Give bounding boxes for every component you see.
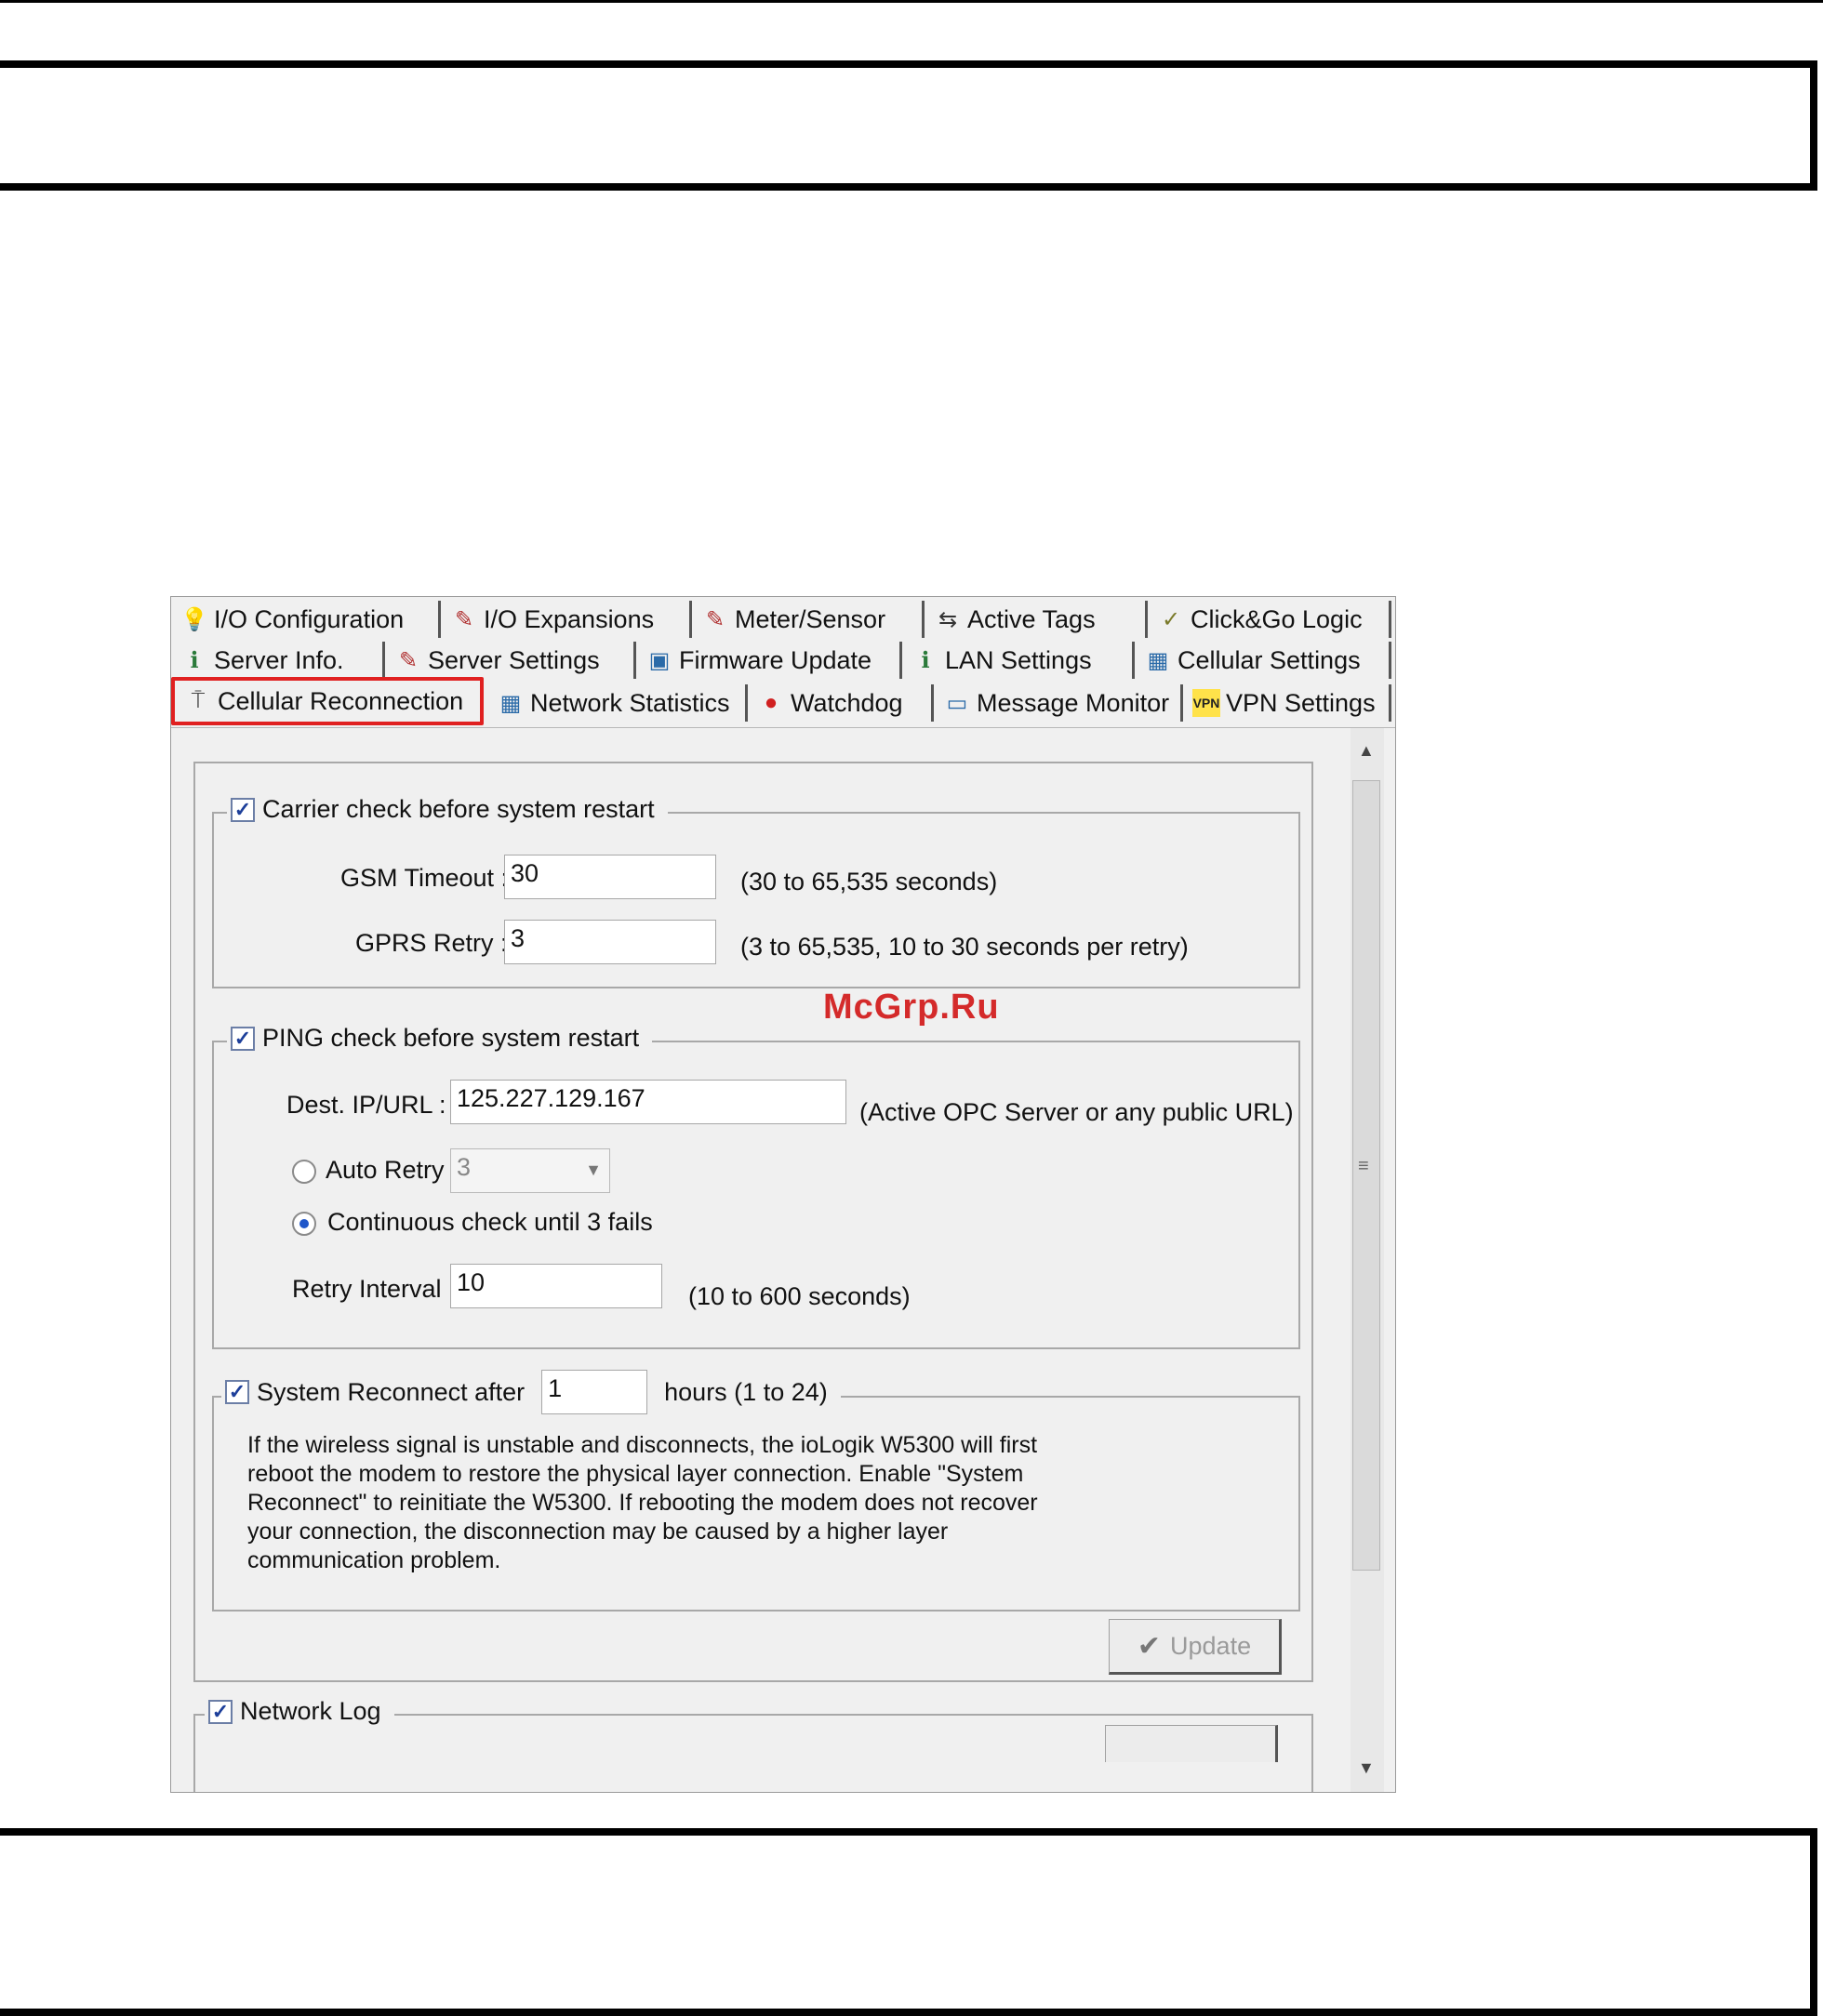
wrench-icon: ✎ — [454, 606, 474, 632]
network-log-button[interactable] — [1105, 1725, 1278, 1762]
lightbulb-icon: 💡 — [180, 606, 208, 632]
update-button[interactable]: ✔ Update — [1109, 1619, 1282, 1675]
network-icon: ▦ — [1147, 647, 1169, 673]
arrows-icon: ⇆ — [938, 606, 958, 632]
carrier-check-checkbox[interactable]: ✓ — [231, 797, 255, 822]
header-box — [0, 60, 1817, 191]
retry-interval-field[interactable]: 10 — [450, 1264, 662, 1308]
scroll-up-icon[interactable]: ▲ — [1358, 741, 1375, 761]
tab-vpn-settings[interactable]: VPN VPN Settings — [1183, 684, 1391, 722]
tab-lan-settings[interactable]: ℹ LAN Settings — [902, 642, 1135, 679]
gprs-retry-hint: (3 to 65,535, 10 to 30 seconds per retry… — [740, 933, 1189, 961]
gsm-timeout-hint: (30 to 65,535 seconds) — [740, 868, 998, 895]
tab-network-statistics[interactable]: ▦ Network Statistics — [487, 684, 748, 722]
wrench-icon: ✎ — [705, 606, 725, 632]
ping-check-legend: ✓ PING check before system restart — [227, 1024, 653, 1053]
auto-retry-radio[interactable] — [292, 1160, 316, 1184]
reconnect-hours-hint: hours (1 to 24) — [664, 1377, 828, 1406]
monitor-icon: ▭ — [946, 690, 968, 716]
antenna-icon: ⍑ — [191, 688, 206, 713]
continuous-check-label: Continuous check until 3 fails — [327, 1208, 653, 1236]
retry-interval-label: Retry Interval : — [292, 1275, 456, 1303]
system-reconnect-checkbox[interactable]: ✓ — [225, 1380, 249, 1404]
reconnect-description: If the wireless signal is unstable and d… — [247, 1432, 1038, 1573]
gsm-timeout-label: GSM Timeout : — [340, 864, 509, 892]
tab-active-tags[interactable]: ⇆ Active Tags — [925, 601, 1148, 638]
tab-firmware-update[interactable]: ▣ Firmware Update — [636, 642, 902, 679]
alarm-icon: ● — [764, 690, 778, 715]
tab-server-settings[interactable]: ✎ Server Settings — [385, 642, 636, 679]
tab-io-expansions[interactable]: ✎ I/O Expansions — [441, 601, 692, 638]
dest-ip-label: Dest. IP/URL : — [286, 1091, 446, 1119]
watermark-text: McGrp.Ru — [823, 988, 1000, 1027]
tab-cellular-reconnection[interactable]: ⍑ Cellular Reconnection — [171, 677, 484, 725]
vertical-scrollbar[interactable]: ▲ ≡ ▼ — [1351, 728, 1384, 1792]
computer-icon: ▣ — [648, 647, 671, 673]
gprs-retry-field[interactable]: 3 — [504, 920, 716, 964]
auto-retry-select[interactable]: 3 ▼ — [450, 1148, 610, 1193]
tab-io-configuration[interactable]: 💡 I/O Configuration — [171, 601, 441, 638]
chevron-down-icon: ▼ — [585, 1161, 602, 1179]
tab-message-monitor[interactable]: ▭ Message Monitor — [934, 684, 1183, 722]
wrench-icon: ✎ — [398, 647, 419, 673]
tab-content: ✓ Carrier check before system restart GS… — [171, 727, 1395, 1792]
tab-server-info[interactable]: ℹ Server Info. — [171, 642, 385, 679]
network-log-legend: ✓ Network Log — [205, 1697, 394, 1726]
tab-meter-sensor[interactable]: ✎ Meter/Sensor — [692, 601, 925, 638]
retry-interval-hint: (10 to 600 seconds) — [688, 1282, 911, 1310]
ping-check-checkbox[interactable]: ✓ — [231, 1026, 255, 1051]
checkmark-icon: ✔ — [1137, 1630, 1162, 1662]
tab-watchdog[interactable]: ● Watchdog — [748, 684, 934, 722]
system-reconnect-legend: ✓ System Reconnect after 1 hours (1 to 2… — [221, 1370, 841, 1414]
reconnect-hours-field[interactable]: 1 — [541, 1370, 648, 1414]
gprs-retry-label: GPRS Retry : — [355, 929, 508, 957]
carrier-check-legend: ✓ Carrier check before system restart — [227, 795, 668, 824]
auto-retry-label: Auto Retry — [326, 1156, 445, 1184]
info-icon: ℹ — [921, 647, 930, 673]
system-reconnect-group: ✓ System Reconnect after 1 hours (1 to 2… — [212, 1370, 1300, 1611]
tab-strip: 💡 I/O Configuration ✎ I/O Expansions ✎ M… — [171, 597, 1395, 729]
dest-ip-field[interactable]: 125.227.129.167 — [450, 1080, 846, 1124]
grip-icon: ≡ — [1358, 1156, 1369, 1176]
dest-ip-hint: (Active OPC Server or any public URL) — [859, 1098, 1294, 1126]
scroll-down-icon[interactable]: ▼ — [1358, 1758, 1375, 1778]
logic-icon: ✓ — [1161, 606, 1181, 632]
network-log-checkbox[interactable]: ✓ — [208, 1699, 233, 1724]
gsm-timeout-field[interactable]: 30 — [504, 855, 716, 899]
config-window: 💡 I/O Configuration ✎ I/O Expansions ✎ M… — [170, 596, 1396, 1793]
footer-box — [0, 1828, 1817, 2016]
tab-click-go-logic[interactable]: ✓ Click&Go Logic — [1148, 601, 1391, 638]
top-rule — [0, 0, 1823, 3]
vpn-icon: VPN — [1192, 689, 1220, 717]
carrier-check-group: ✓ Carrier check before system restart GS… — [212, 795, 1300, 988]
network-icon: ▦ — [499, 690, 522, 716]
tab-cellular-settings[interactable]: ▦ Cellular Settings — [1135, 642, 1391, 679]
reconnection-panel: ✓ Carrier check before system restart GS… — [193, 762, 1313, 1682]
ping-check-group: ✓ PING check before system restart Dest.… — [212, 1024, 1300, 1349]
continuous-check-radio[interactable] — [292, 1212, 316, 1236]
info-icon: ℹ — [190, 647, 199, 673]
